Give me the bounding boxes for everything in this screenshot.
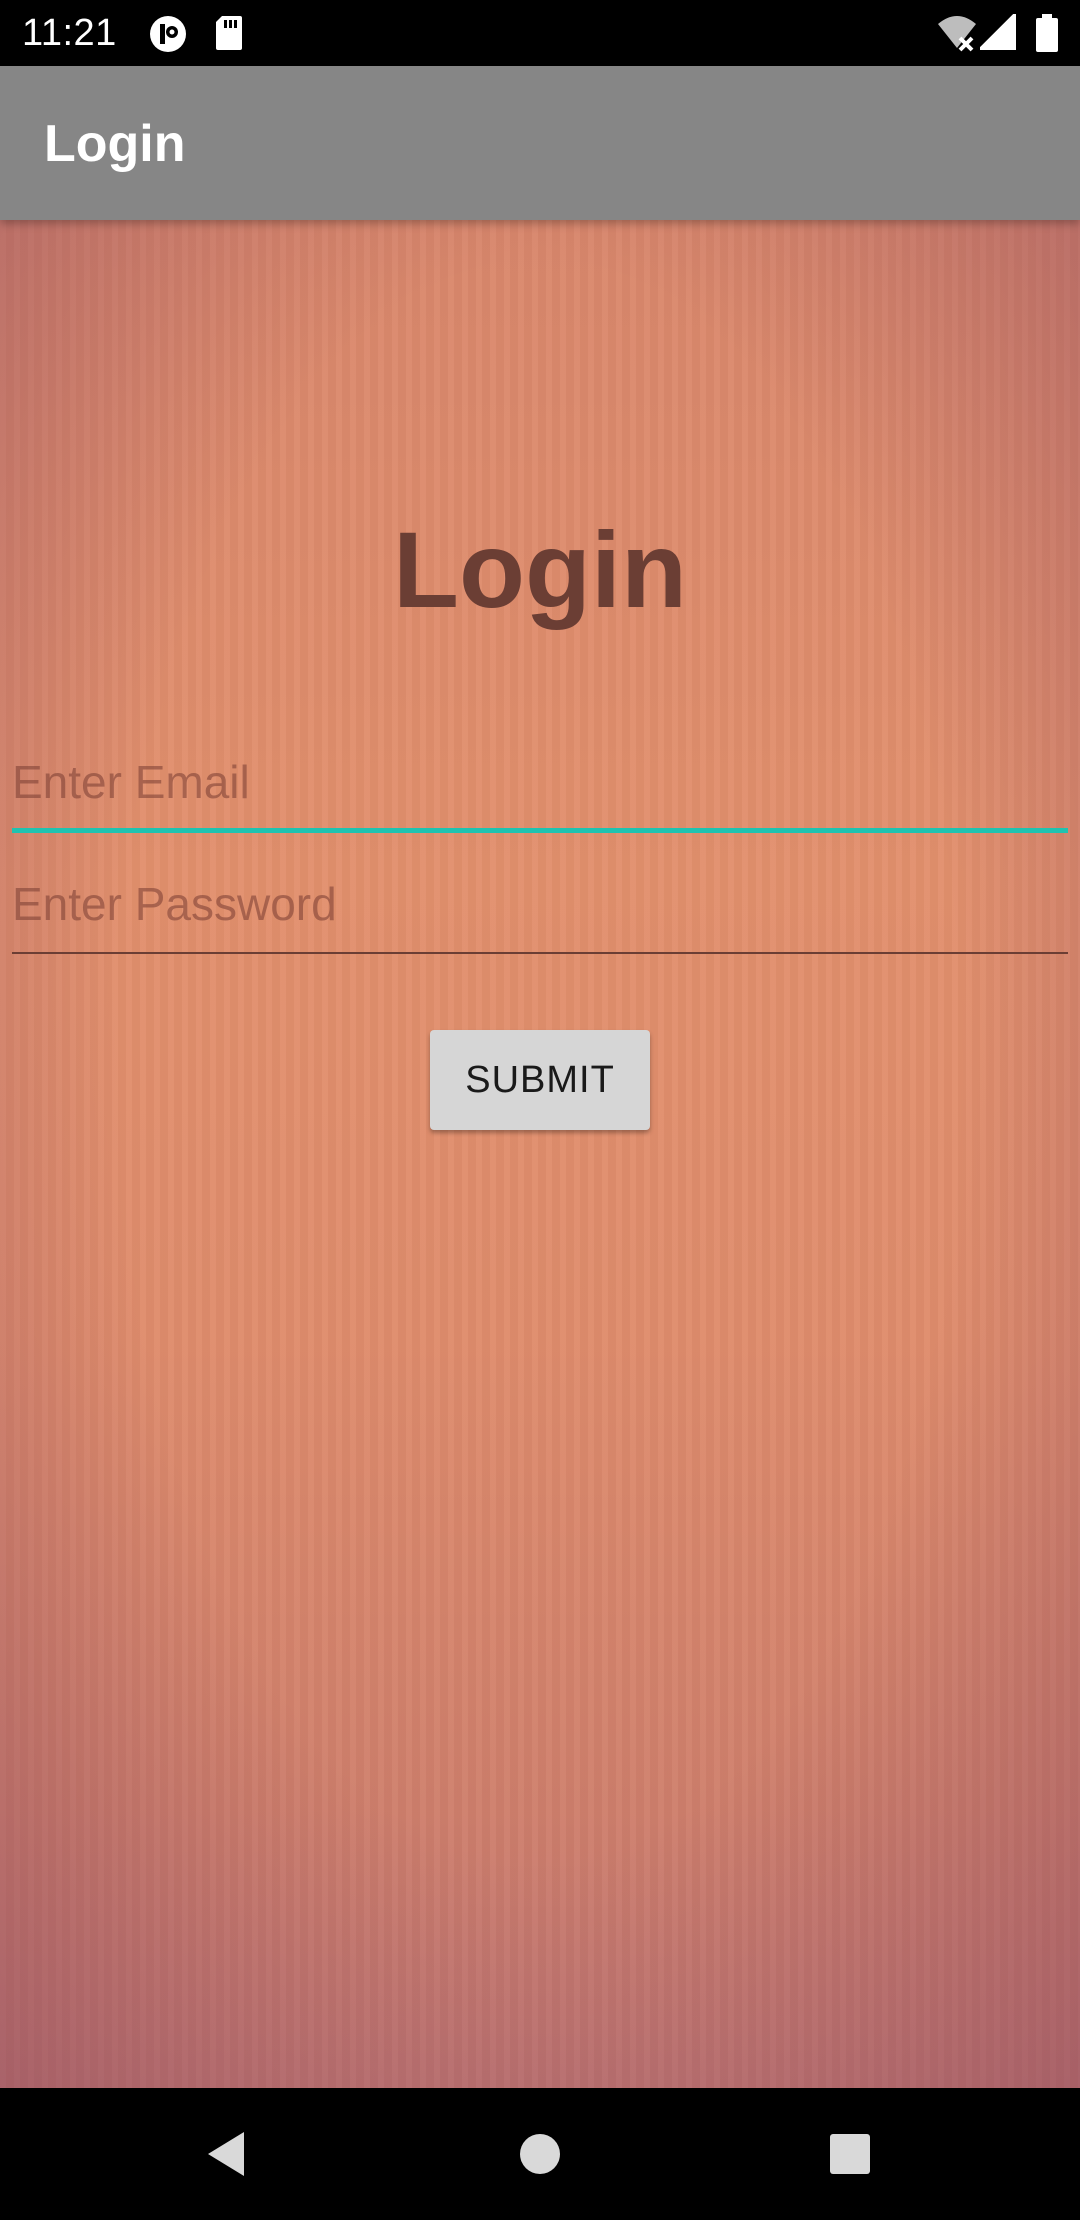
signal-icon: [977, 11, 1016, 55]
password-field-underline: [12, 952, 1068, 954]
nav-recents-button[interactable]: [770, 2088, 930, 2220]
navigation-bar: [0, 2088, 1080, 2220]
login-heading: Login: [393, 509, 687, 630]
sd-card-icon: [214, 14, 244, 57]
battery-icon: [1036, 14, 1058, 57]
login-content: Login SUBMIT: [0, 220, 1080, 2088]
app-bar: Login: [0, 66, 1080, 220]
home-icon: [520, 2134, 560, 2174]
login-screen: 11:21 Login Login Enter Email SUBMIT: [0, 0, 1080, 2220]
password-field[interactable]: [12, 862, 1068, 946]
email-field-underline: [12, 828, 1068, 833]
wifi-off-icon: [936, 14, 978, 57]
app-bar-title: Login: [44, 115, 186, 173]
notification-app-icon: [148, 14, 188, 59]
status-bar: 11:21: [0, 0, 1080, 66]
nav-back-button[interactable]: [146, 2088, 306, 2220]
submit-button[interactable]: SUBMIT: [430, 1030, 650, 1130]
password-field-container: [12, 862, 1068, 954]
recents-icon: [830, 2134, 870, 2174]
status-time: 11:21: [22, 12, 117, 54]
email-field-container: [12, 740, 1068, 833]
email-field[interactable]: [12, 740, 1068, 824]
nav-home-button[interactable]: [460, 2088, 620, 2220]
back-icon: [208, 2132, 244, 2176]
